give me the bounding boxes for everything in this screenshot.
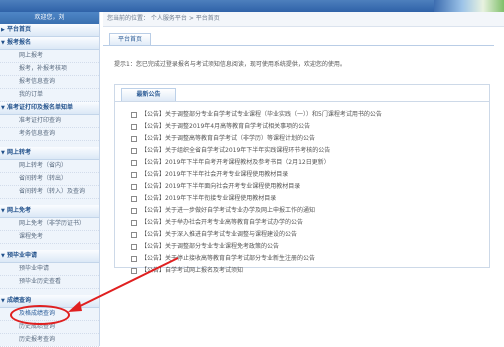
- sidebar-section-transfer[interactable]: ▼ 网上转考: [0, 147, 99, 160]
- bullet-icon: [131, 184, 137, 190]
- announcement-item[interactable]: 【公告】关于举办社会开考专业高等教育自学考试办学的公告: [131, 217, 483, 229]
- sidebar-section-exemption[interactable]: ▼ 网上免考: [0, 205, 99, 218]
- banner-decoration: [434, 0, 504, 12]
- sidebar-section-label: 报考报名: [7, 39, 32, 46]
- sidebar-item[interactable]: 考务信息查询: [0, 128, 99, 141]
- announcement-link[interactable]: 【公告】2019年下半年自考开考课程教材及参考书目（2月12日更新）: [141, 159, 330, 166]
- sidebar-section-home[interactable]: ▶ 平台首页: [0, 24, 99, 37]
- announcement-link[interactable]: 【公告】2019年下半年面向社会开考专业课程使用教材目录: [141, 183, 300, 190]
- announcement-link[interactable]: 【公告】关于进一步做好自学考试专业办学及网上申报工作的通知: [141, 207, 315, 214]
- announcement-item[interactable]: 【公告】关于调整2019年4月高等教育自学考试相关事项的公告: [131, 121, 483, 133]
- sidebar-item[interactable]: 准考证打印查询: [0, 115, 99, 128]
- sidebar-item[interactable]: 预毕业申请: [0, 263, 99, 276]
- sidebar-section-admission[interactable]: ▼ 准考证打印及报名单知单: [0, 102, 99, 115]
- bullet-icon: [131, 232, 137, 238]
- sidebar-item[interactable]: 报考信息查询: [0, 76, 99, 89]
- sidebar-section-graduation[interactable]: ▼ 预毕业申请: [0, 250, 99, 263]
- announcement-link[interactable]: 【公告】关于深入推进自学考试专业调整与课程建设的公告: [141, 231, 297, 238]
- announcement-link[interactable]: 【公告】关于调整2019年4月高等教育自学考试相关事项的公告: [141, 123, 310, 130]
- bullet-icon: [131, 148, 137, 154]
- sidebar-item[interactable]: 预毕业历史查看: [0, 276, 99, 289]
- panel-title: 最新公告: [121, 88, 176, 102]
- sidebar-item[interactable]: 课程免考: [0, 231, 99, 244]
- bullet-icon: [131, 172, 137, 178]
- bullet-icon: [131, 196, 137, 202]
- announcement-link[interactable]: 【公告】关于举办社会开考专业高等教育自学考试办学的公告: [141, 219, 303, 226]
- sidebar-section-label: 预毕业申请: [7, 252, 38, 259]
- sidebar-item[interactable]: 历史报考查询: [0, 334, 99, 347]
- announcement-link[interactable]: 【公告】2019年下半年衔接专业课程使用教材目录: [141, 195, 276, 202]
- tab-bar: 平台首页: [103, 33, 494, 46]
- sidebar-item[interactable]: 省间转考（转出）: [0, 173, 99, 186]
- collapse-arrow-icon: ▼: [1, 150, 5, 156]
- announcement-item[interactable]: 【公告】关于调整高等教育自学考试（非学历）等课程计划的公告: [131, 133, 483, 145]
- collapse-arrow-icon: ▼: [1, 40, 5, 46]
- announcement-item[interactable]: 【公告】2019年下半年社会开考专业课程使用教材目录: [131, 169, 483, 181]
- sidebar: 欢迎您，刘 ▶ 平台首页 ▼ 报考报名 网上报考 报考，补报考核项 报考信息查询 我…: [0, 12, 100, 347]
- sidebar-section-label: 网上转考: [7, 149, 32, 156]
- announcement-item[interactable]: 【公告】关于进一步做好自学考试专业办学及网上申报工作的通知: [131, 205, 483, 217]
- announcement-item[interactable]: 【公告】关于组织全省自学考试2019年下半年实践课程环节考核的公告: [131, 145, 483, 157]
- announcement-item[interactable]: 【公告】关于停止接收高等教育自学考试部分专业新生注册的公告: [131, 253, 483, 265]
- sidebar-section-label: 网上免考: [7, 207, 32, 214]
- announcement-link[interactable]: 【公告】关于调整高等教育自学考试（非学历）等课程计划的公告: [141, 135, 315, 142]
- top-banner: [0, 0, 504, 12]
- bullet-icon: [131, 220, 137, 226]
- sidebar-item[interactable]: 网上报考: [0, 50, 99, 63]
- announcement-link[interactable]: 【公告】2019年下半年社会开考专业课程使用教材目录: [141, 171, 288, 178]
- announcement-item[interactable]: 【公告】2019年下半年衔接专业课程使用教材目录: [131, 193, 483, 205]
- announcement-item[interactable]: 【公告】2019年下半年自考开考课程教材及参考书目（2月12日更新）: [131, 157, 483, 169]
- bullet-icon: [131, 244, 137, 250]
- highlight-circle: [10, 305, 70, 325]
- announcement-item[interactable]: 【公告】关于调整部分专业专业课程免考政策的公告: [131, 241, 483, 253]
- announcement-item[interactable]: 【公告】关于调整部分专业自学考试专业课程（毕业实践（一））和5门课程考试用书的公…: [131, 109, 483, 121]
- bullet-icon: [131, 160, 137, 166]
- sidebar-section-label: 平台首页: [7, 26, 32, 33]
- collapse-arrow-icon: ▼: [1, 105, 5, 111]
- bullet-icon: [131, 208, 137, 214]
- announcement-item[interactable]: 【公告】自学考试网上报名及考试须知: [131, 265, 483, 277]
- announcement-link[interactable]: 【公告】关于调整部分专业自学考试专业课程（毕业实践（一））和5门课程考试用书的公…: [141, 111, 382, 118]
- announcement-list: 【公告】关于调整部分专业自学考试专业课程（毕业实践（一））和5门课程考试用书的公…: [131, 109, 483, 277]
- announcement-link[interactable]: 【公告】关于调整部分专业专业课程免考政策的公告: [141, 243, 279, 250]
- announcement-panel: 最新公告 【公告】关于调整部分专业自学考试专业课程（毕业实践（一））和5门课程考…: [114, 84, 490, 274]
- bullet-icon: [131, 136, 137, 142]
- breadcrumb: 您当前的位置： 个人服务平台 > 平台首页: [103, 12, 504, 27]
- sidebar-section-label: 成绩查询: [7, 297, 32, 304]
- sidebar-item[interactable]: 报考，补报考核项: [0, 63, 99, 76]
- collapse-arrow-icon: ▼: [1, 298, 5, 304]
- announcement-link[interactable]: 【公告】关于停止接收高等教育自学考试部分专业新生注册的公告: [141, 255, 315, 262]
- announcement-link[interactable]: 【公告】关于组织全省自学考试2019年下半年实践课程环节考核的公告: [141, 147, 330, 154]
- tab-home[interactable]: 平台首页: [109, 33, 152, 45]
- sidebar-section-register[interactable]: ▼ 报考报名: [0, 37, 99, 50]
- announcement-item[interactable]: 【公告】2019年下半年面向社会开考专业课程使用教材目录: [131, 181, 483, 193]
- bullet-icon: [131, 256, 137, 262]
- announcement-link[interactable]: 【公告】自学考试网上报名及考试须知: [141, 267, 243, 274]
- bullet-icon: [131, 112, 137, 118]
- collapse-arrow-icon: ▼: [1, 208, 5, 214]
- sidebar-section-label: 准考证打印及报名单知单: [7, 104, 74, 111]
- sidebar-item[interactable]: 网上免考（非学历证书）: [0, 218, 99, 231]
- sidebar-item[interactable]: 网上转考（省内）: [0, 160, 99, 173]
- bullet-icon: [131, 124, 137, 130]
- expand-arrow-icon: ▶: [1, 27, 5, 33]
- sidebar-item[interactable]: 我的订单: [0, 89, 99, 102]
- collapse-arrow-icon: ▼: [1, 253, 5, 259]
- notice-text: 提示1：您已完成过登录报名与考试须知信息阅读，现可使用系统提供，欢迎您的使用。: [114, 61, 346, 68]
- welcome-header: 欢迎您，刘: [0, 12, 99, 24]
- announcement-item[interactable]: 【公告】关于深入推进自学考试专业调整与课程建设的公告: [131, 229, 483, 241]
- sidebar-item[interactable]: 省间转考（转入）及查询: [0, 186, 99, 199]
- bullet-icon: [131, 268, 137, 274]
